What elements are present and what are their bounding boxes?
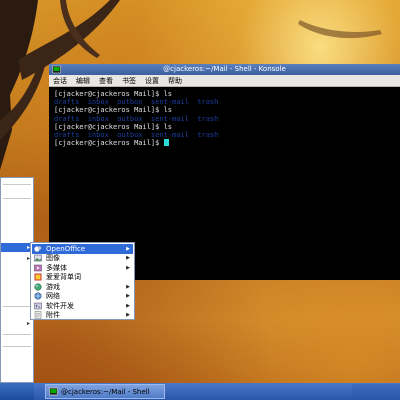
submenu-arrow-icon: ▶ [126,245,130,252]
directory-listing: drafts inbox outbox sent-mail trash [54,130,219,139]
menu-bookmarks[interactable]: 书签 [122,76,136,86]
menu-view[interactable]: 查看 [99,76,113,86]
dictionary-icon [34,273,42,281]
submenu-item-graphics[interactable]: 图像 ▶ [32,254,133,264]
window-titlebar[interactable]: @cjackeros:~/Mail - Shell - Konsole [49,64,400,75]
submenu-arrow-icon: ▶ [126,255,130,262]
shell-prompt: [cjacker@cjackeros Mail]$ [54,122,160,131]
window-title: @cjackeros:~/Mail - Shell - Konsole [163,65,286,73]
accessories-icon [34,311,42,319]
menu-separator [3,306,31,307]
text-cursor [163,139,169,147]
konsole-icon [52,65,61,74]
start-menu-button[interactable] [0,383,34,400]
submenu-item-dictionary[interactable]: 爱爱背单词 [32,273,133,283]
application-menu[interactable]: ▸ ▸ ▸ [0,177,34,383]
terminal-line: [cjacker@cjackeros Mail]$ ls [54,106,400,114]
submenu-item-multimedia[interactable]: 多媒体 ▶ [32,263,133,273]
shell-command: ls [159,90,173,98]
menu-settings[interactable]: 设置 [145,76,159,86]
submenu-arrow-icon: ▶ [126,293,130,300]
graphics-icon [34,254,42,262]
menu-item-applications[interactable]: ▸ [1,243,33,252]
terminal-line: drafts inbox outbox sent-mail trash [54,98,400,106]
window-menubar: 会话 编辑 查看 书签 设置 帮助 [49,75,400,87]
menu-help[interactable]: 帮助 [168,76,182,86]
taskbar: @cjackeros:~/Mail - Shell [0,383,400,400]
terminal-line: drafts inbox outbox sent-mail trash [54,131,400,139]
submenu-item-development[interactable]: 软件开发 ▶ [32,301,133,311]
multimedia-icon [34,264,42,271]
submenu-arrow-icon: ▶ [126,312,130,319]
shell-prompt: [cjacker@cjackeros Mail]$ [54,106,160,115]
taskbar-item-label: @cjackeros:~/Mail - Shell [61,387,150,396]
terminal-line: [cjacker@cjackeros Mail]$ ls [54,123,400,131]
taskbar-item-konsole[interactable]: @cjackeros:~/Mail - Shell [45,384,165,399]
terminal-line: drafts inbox outbox sent-mail trash [54,115,400,123]
menu-item[interactable]: ▸ [1,319,33,328]
terminal-line: [cjacker@cjackeros Mail]$ [54,139,400,147]
development-icon [34,302,42,309]
internet-icon [34,292,42,300]
games-icon [34,283,42,291]
submenu-item-internet[interactable]: 网络 ▶ [32,292,133,302]
konsole-icon [49,387,58,396]
openoffice-icon [34,246,42,252]
submenu-arrow-icon: ▶ [126,264,130,271]
menu-separator [3,198,31,199]
directory-listing: drafts inbox outbox sent-mail trash [54,114,219,123]
menu-edit[interactable]: 编辑 [76,76,90,86]
menu-separator [3,184,31,185]
terminal-line: [cjacker@cjackeros Mail]$ ls [54,90,400,98]
menu-item[interactable]: ▸ [1,254,33,263]
submenu-arrow-icon: ▸ [26,320,30,327]
shell-command: ls [159,122,173,131]
submenu-arrow-icon: ▶ [126,283,130,290]
submenu-item-games[interactable]: 游戏 ▶ [32,282,133,292]
shell-command: ls [159,106,173,115]
applications-submenu[interactable]: OpenOffice ▶ 图像 ▶ 多媒体 ▶ 爱爱背单词 游戏 ▶ 网络 ▶ … [30,242,135,320]
directory-listing: drafts inbox outbox sent-mail trash [54,98,219,107]
submenu-arrow-icon: ▶ [126,302,130,309]
submenu-item-openoffice[interactable]: OpenOffice ▶ [32,244,133,254]
menu-separator [3,346,31,347]
menu-separator [3,334,31,335]
submenu-item-accessories[interactable]: 附件 ▶ [32,311,133,321]
shell-prompt: [cjacker@cjackeros Mail]$ [54,90,160,98]
shell-prompt: [cjacker@cjackeros Mail]$ [54,139,160,148]
menu-session[interactable]: 会话 [53,76,67,86]
system-tray [352,384,400,399]
